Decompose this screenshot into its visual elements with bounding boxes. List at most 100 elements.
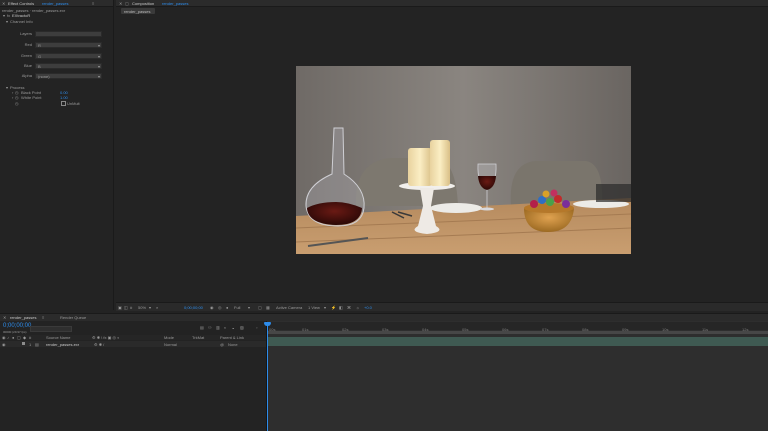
composition-viewer[interactable] (296, 66, 631, 254)
label-icon: ◆ (23, 335, 27, 340)
eye-icon[interactable]: ◉ (2, 342, 6, 347)
chevron-down-icon[interactable]: ▾ (6, 19, 8, 24)
3d-renderer-icon[interactable]: ◧ (339, 305, 343, 310)
stopwatch-icon[interactable]: ◷ (15, 95, 19, 100)
parent-select[interactable]: None (228, 342, 238, 347)
footage-icon: ▤ (35, 342, 39, 347)
parent-pick-whip-icon[interactable]: @ (220, 342, 224, 347)
effect-controls-tab[interactable]: Effect Controls (8, 1, 34, 6)
snapshot-icon[interactable]: ◉ (210, 305, 214, 310)
lock-icon: ▢ (17, 335, 21, 340)
field-green: Green G ▾ (0, 53, 113, 59)
parent-column[interactable]: Parent & Link (220, 335, 244, 340)
mode-column[interactable]: Mode (164, 335, 174, 340)
timeline-current-time[interactable]: 0;00;00;00 (3, 323, 31, 329)
label-color-swatch[interactable] (22, 342, 25, 345)
chevron-down-icon[interactable]: ▾ (3, 13, 5, 18)
stopwatch-icon[interactable]: ◷ (15, 101, 19, 106)
red-channel-select[interactable]: R ▾ (35, 42, 102, 48)
unmult-checkbox[interactable] (61, 101, 66, 106)
chevron-right-icon[interactable]: › (12, 95, 13, 100)
view-layout-select[interactable]: 1 View (308, 305, 320, 310)
layers-input[interactable] (35, 31, 102, 37)
eye-icon: ◉ (2, 335, 6, 340)
fast-preview-icon[interactable]: ⚡ (331, 305, 336, 310)
close-icon[interactable]: ✕ (2, 1, 5, 6)
effect-controls-panel: ✕ Effect Controls render_passes ≡ render… (0, 0, 114, 310)
field-value: (none) (38, 74, 50, 79)
magnification-select[interactable]: 50% (138, 305, 146, 310)
field-label: Alpha (21, 73, 32, 78)
trkmat-column[interactable]: TrkMat (192, 335, 204, 340)
composition-tab[interactable]: Composition (132, 1, 154, 6)
fx-icon[interactable]: fx (7, 13, 10, 18)
chevron-down-icon: ▾ (97, 64, 100, 69)
green-channel-select[interactable]: G ▾ (35, 53, 102, 59)
layer-mode-select[interactable]: Normal (164, 342, 177, 347)
layer-duration-bar[interactable] (267, 337, 768, 346)
audio-icon: ♪ (7, 335, 9, 340)
effect-name: EXtractoR (12, 13, 31, 18)
composition-name[interactable]: render_passes (162, 1, 188, 6)
composition-toolbar: ▣ ◫ # 50% ▾ ⌕ 0;00;00;00 ◉ ◎ ● Full ▾ ▢ … (116, 302, 768, 311)
timeline-shortcut-icon[interactable]: ⌕ (156, 305, 158, 310)
camera-select[interactable]: Active Camera (276, 305, 302, 310)
timeline-comp-tab[interactable]: render_passes (10, 315, 36, 320)
motion-blur-icon[interactable]: ◐ (224, 325, 226, 330)
field-value: B (38, 64, 41, 69)
graph-icon[interactable]: ▨ (240, 325, 244, 330)
layer-search-input[interactable] (30, 326, 72, 332)
source-name-column[interactable]: Source Name (46, 335, 70, 340)
toggle-mask-icon[interactable]: ▣ (118, 305, 122, 310)
chevron-down-icon: ▾ (97, 54, 100, 59)
exposure-value[interactable]: +0.0 (364, 305, 372, 310)
resolution-select[interactable]: Full (234, 305, 240, 310)
transparency-grid-icon[interactable]: ▦ (266, 305, 270, 310)
timeline-column-headers: ◉ ♪ ● ▢ ◆ # Source Name ⚙ ✱ \ fx ▣ ◎ ◐ M… (0, 335, 266, 340)
layer-number-col: # (29, 335, 32, 340)
switch-icons[interactable]: ⚙ ✱ / (94, 342, 104, 347)
region-of-interest-icon[interactable]: ◫ (124, 305, 128, 310)
grid-icon[interactable]: # (130, 305, 132, 310)
show-snapshot-icon[interactable]: ◎ (218, 305, 222, 310)
field-layers: Layers (0, 31, 113, 37)
field-label: Layers (19, 31, 32, 36)
chevron-down-icon[interactable]: ▾ (149, 305, 151, 310)
work-area-bar[interactable] (267, 331, 768, 334)
chevron-down-icon: ▾ (97, 43, 100, 48)
field-red: Red R ▾ (0, 42, 113, 48)
draft-3d-icon[interactable]: ▤ (200, 325, 204, 330)
chevron-down-icon[interactable]: ▾ (324, 305, 326, 310)
field-alpha: Alpha (none) ▾ (0, 73, 113, 79)
current-time-indicator[interactable] (267, 322, 268, 431)
close-icon[interactable]: ✕ (3, 315, 6, 320)
graph-editor-icon[interactable]: ◒ (232, 325, 234, 330)
table-row[interactable]: ◉ 1 ▤ render_passes.exr ⚙ ✱ / Normal @ N… (0, 341, 266, 347)
chevron-down-icon[interactable]: ▾ (248, 305, 250, 310)
channel-info-row[interactable]: ▾ Channel Info (0, 19, 113, 25)
alpha-channel-select[interactable]: (none) ▾ (35, 73, 102, 79)
current-time-display[interactable]: 0;00;00;00 (184, 305, 203, 310)
frame-blending-icon[interactable]: ▥ (216, 325, 220, 330)
render-queue-tab[interactable]: Render Queue (60, 315, 86, 320)
flowchart-icon[interactable]: ⌘ (347, 305, 351, 310)
lock-icon[interactable]: ▢ (125, 1, 129, 6)
chevron-down-icon: ▾ (97, 74, 100, 79)
comp-marker-icon[interactable]: ▫ (256, 325, 257, 330)
viewer-comp-chip[interactable]: render_passes (121, 8, 155, 14)
panel-menu-icon[interactable]: ≡ (42, 315, 44, 320)
channel-info-label: Channel Info (10, 19, 33, 24)
region-icon[interactable]: ▢ (258, 305, 262, 310)
effect-controls-layer-name[interactable]: render_passes (42, 1, 68, 6)
reset-exposure-icon[interactable]: ☼ (356, 305, 360, 310)
field-label: Green (20, 53, 32, 58)
color-channel-icon[interactable]: ● (226, 305, 228, 310)
shy-layers-icon[interactable]: ⚇ (208, 325, 212, 330)
white-point-value[interactable]: 1.00 (60, 95, 68, 100)
effect-controls-tab-bar: ✕ Effect Controls render_passes ≡ (0, 0, 113, 7)
blue-channel-select[interactable]: B ▾ (35, 63, 102, 69)
close-icon[interactable]: ✕ (119, 1, 122, 6)
field-label: Red (24, 42, 32, 47)
panel-menu-icon[interactable]: ≡ (92, 1, 94, 6)
layer-name[interactable]: render_passes.exr (46, 342, 79, 347)
